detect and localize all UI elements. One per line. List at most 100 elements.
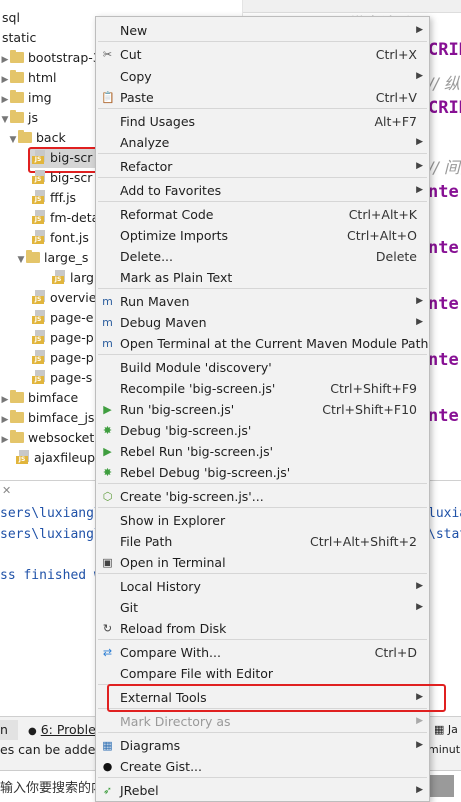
chevron-right-icon[interactable]: ▶ (0, 50, 10, 70)
menu-item-file-path[interactable]: File Path Ctrl+Alt+Shift+2 (96, 531, 429, 552)
menu-item-label: Cut (120, 47, 142, 62)
menu-item-open-in-terminal[interactable]: ▣ Open in Terminal (96, 552, 429, 573)
menu-item-refactor[interactable]: Refactor ▶ (96, 156, 429, 177)
chevron-right-icon: ▶ (416, 71, 423, 81)
tree-item-file[interactable]: JS page-e (32, 308, 93, 328)
tree-item-file[interactable]: JS big-scr (32, 168, 92, 188)
menu-item-recompile-big-screen-js[interactable]: Recompile 'big-screen.js' Ctrl+Shift+F9 (96, 378, 429, 399)
chevron-down-icon[interactable]: ▼ (0, 110, 10, 130)
tree-item-file[interactable]: JS overvie (32, 288, 96, 308)
menu-item-label: Diagrams (120, 738, 181, 753)
chevron-right-icon: ▶ (416, 317, 423, 327)
chevron-right-icon[interactable]: ▶ (0, 410, 10, 430)
menu-item-reload-from-disk[interactable]: ↻ Reload from Disk (96, 618, 429, 639)
tree-item-back[interactable]: ▼ back (0, 128, 66, 148)
menu-item-analyze[interactable]: Analyze ▶ (96, 132, 429, 153)
chevron-right-icon[interactable]: ▶ (0, 90, 10, 110)
folder-icon (18, 130, 32, 143)
menu-item-paste[interactable]: 📋 Paste Ctrl+V (96, 87, 429, 108)
chevron-right-icon[interactable]: ▶ (0, 430, 10, 450)
menu-item-compare-file-with-editor[interactable]: Compare File with Editor (96, 663, 429, 684)
js-file-icon: JS (32, 210, 46, 224)
menu-item-label: Debug Maven (120, 315, 207, 330)
js-file-icon: JS (52, 270, 66, 284)
tree-item-file[interactable]: JS page-s (32, 368, 92, 388)
chevron-down-icon[interactable]: ▼ (16, 250, 26, 270)
menu-item-debug-maven[interactable]: m Debug Maven ▶ (96, 312, 429, 333)
taskbar-app-icon[interactable] (428, 775, 454, 797)
menu-item-debug-big-screen-js[interactable]: ✸ Debug 'big-screen.js' (96, 420, 429, 441)
folder-icon (10, 70, 24, 83)
code-keyword: nterv (428, 406, 461, 426)
menu-item-add-to-favorites[interactable]: Add to Favorites ▶ (96, 180, 429, 201)
menu-separator (98, 201, 427, 202)
github-icon: ● (102, 760, 113, 773)
menu-item-run-maven[interactable]: m Run Maven ▶ (96, 291, 429, 312)
menu-item-diagrams[interactable]: ▦ Diagrams ▶ (96, 735, 429, 756)
tab-problems[interactable]: ● 6: Problen (28, 720, 104, 740)
menu-item-run-big-screen-js[interactable]: ▶ Run 'big-screen.js' Ctrl+Shift+F10 (96, 399, 429, 420)
tree-item-file[interactable]: JS larg (52, 268, 94, 288)
search-input[interactable]: 输入你要搜索的内 (0, 777, 104, 796)
js-file-icon: JS (32, 190, 46, 204)
menu-item-mark-as-plain-text[interactable]: Mark as Plain Text (96, 267, 429, 288)
tree-item-static[interactable]: static (2, 28, 36, 48)
menu-item-build-module-discovery[interactable]: Build Module 'discovery' (96, 357, 429, 378)
menu-item-git[interactable]: Git ▶ (96, 597, 429, 618)
menu-item-find-usages[interactable]: Find Usages Alt+F7 (96, 111, 429, 132)
menu-item-new[interactable]: New ▶ (96, 20, 429, 41)
chevron-right-icon: ▶ (416, 785, 423, 795)
menu-item-optimize-imports[interactable]: Optimize Imports Ctrl+Alt+O (96, 225, 429, 246)
menu-item-label: Find Usages (120, 114, 196, 129)
tree-item-img[interactable]: ▶ img (0, 88, 52, 108)
menu-item-cut[interactable]: ✂ Cut Ctrl+X (96, 44, 429, 65)
menu-item-label: Add to Favorites (120, 183, 222, 198)
menu-item-rebel-run-big-screen-js[interactable]: ▶ Rebel Run 'big-screen.js' (96, 441, 429, 462)
tree-item-large-folder[interactable]: ▼ large_s (16, 248, 88, 268)
menu-item-label: Delete... (120, 249, 173, 264)
menu-item-local-history[interactable]: Local History ▶ (96, 576, 429, 597)
js-file-icon: JS (32, 230, 46, 244)
menu-item-compare-with[interactable]: ⇄ Compare With... Ctrl+D (96, 642, 429, 663)
menu-item-show-in-explorer[interactable]: Show in Explorer (96, 510, 429, 531)
cut-icon: ✂ (102, 48, 113, 61)
menu-item-create-gist[interactable]: ● Create Gist... (96, 756, 429, 777)
chevron-right-icon[interactable]: ▶ (0, 390, 10, 410)
menu-item-label: Debug 'big-screen.js' (120, 423, 252, 438)
menu-separator (98, 354, 427, 355)
tree-item-file[interactable]: JS font.js (32, 228, 89, 248)
menu-item-label: Open in Terminal (120, 555, 226, 570)
tree-item-file[interactable]: JS ajaxfileuplo (16, 448, 106, 468)
tree-item-html[interactable]: ▶ html (0, 68, 56, 88)
tree-item-file[interactable]: JS fm-deta (32, 208, 99, 228)
js-file-icon: JS (32, 330, 46, 344)
js-file-icon: JS (16, 450, 30, 464)
tree-item-js[interactable]: ▼ js (0, 108, 38, 128)
tab-run[interactable]: n (0, 720, 18, 740)
js-file-icon: ▦ (434, 723, 445, 736)
menu-separator (98, 777, 427, 778)
js-file-icon: JS (32, 350, 46, 364)
tree-item-file[interactable]: JS page-p (32, 348, 94, 368)
close-icon[interactable]: ✕ (2, 484, 11, 497)
menu-item-create-big-screen-js[interactable]: ⬡ Create 'big-screen.js'... (96, 486, 429, 507)
chevron-down-icon[interactable]: ▼ (8, 130, 18, 150)
tree-item-sql[interactable]: sql (2, 8, 20, 28)
tree-item-websocket[interactable]: ▶ websocket (0, 428, 94, 448)
menu-item-copy[interactable]: Copy ▶ (96, 66, 429, 87)
menu-item-reformat-code[interactable]: Reformat Code Ctrl+Alt+K (96, 204, 429, 225)
menu-item-label: Run 'big-screen.js' (120, 402, 235, 417)
menu-item-mark-directory-as: Mark Directory as ▶ (96, 711, 429, 732)
chevron-right-icon[interactable]: ▶ (0, 70, 10, 90)
menu-separator (98, 108, 427, 109)
tree-item-file[interactable]: JS page-p (32, 328, 94, 348)
tab-js[interactable]: ▦ Ja (434, 720, 458, 740)
menu-item-jrebel[interactable]: ➶ JRebel ▶ (96, 780, 429, 801)
tree-item-bimface[interactable]: ▶ bimface (0, 388, 78, 408)
tree-item-bimface-js[interactable]: ▶ bimface_js (0, 408, 94, 428)
menu-item-rebel-debug-big-screen-js[interactable]: ✸ Rebel Debug 'big-screen.js' (96, 462, 429, 483)
menu-separator (98, 732, 427, 733)
menu-item-delete[interactable]: Delete... Delete (96, 246, 429, 267)
tree-item-file[interactable]: JS fff.js (32, 188, 76, 208)
menu-item-open-terminal-at-the-current-maven-module-path[interactable]: m Open Terminal at the Current Maven Modu… (96, 333, 429, 354)
